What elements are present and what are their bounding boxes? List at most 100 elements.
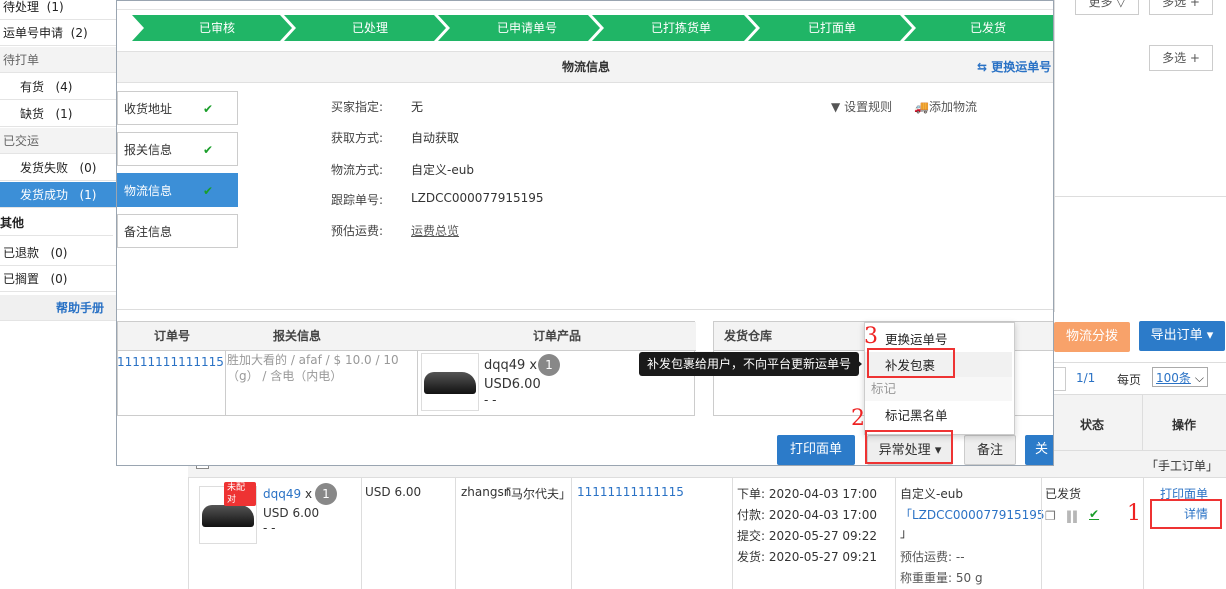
tab-label: 备注信息	[124, 225, 173, 239]
weight: 称重重量: 50 g	[900, 571, 983, 585]
sidebar-item-waybill-apply[interactable]: 运单号申请 (2)	[0, 20, 116, 46]
export-orders-button[interactable]: 导出订单 ▾	[1139, 321, 1225, 351]
col-warehouse: 发货仓库	[724, 329, 773, 343]
product-price: USD6.00	[484, 377, 541, 392]
print-label-button[interactable]: 打印面单	[777, 435, 855, 465]
change-tracking-link[interactable]: ⇆ 更换运单号	[977, 52, 1051, 82]
more-label: 更多	[1088, 0, 1113, 9]
tracking-link[interactable]: 「LZDCC000077915195	[900, 506, 1045, 523]
product-thumbnail: 未配对	[199, 482, 257, 544]
sidebar-item-on-hold[interactable]: 已搁置 (0)	[0, 266, 116, 292]
annotation-number: 3	[864, 324, 878, 349]
sidebar-item-refunded[interactable]: 已退款 (0)	[0, 240, 116, 266]
annotation-number: 1	[1127, 501, 1141, 526]
per-page-value: 100条	[1156, 371, 1191, 385]
field-fetch-method: 自动获取	[411, 131, 460, 145]
logistics-split-label: 物流分拨	[1054, 322, 1130, 352]
sidebar-item-out-of-stock[interactable]: 缺货 (1)	[0, 101, 116, 127]
order-number-link[interactable]: 11111111111115	[117, 355, 224, 369]
multi-select-button[interactable]: 多选 +	[1149, 0, 1213, 15]
sidebar: 待处理 (1) 运单号申请 (2) 待打单 有货 (4) 缺货 (1) 已交运 …	[0, 0, 116, 322]
sidebar-item-label: 缺货	[20, 107, 45, 121]
status-text: 已发货	[1045, 487, 1082, 501]
section-title: 物流信息	[561, 60, 610, 74]
field-logistics-method-link[interactable]: 自定义-eub	[411, 161, 474, 178]
set-rule-button[interactable]: ▼ 设置规则	[831, 98, 892, 115]
help-manual-link[interactable]: 帮助手册	[0, 295, 116, 321]
menu-group-mark: 标记	[865, 377, 1012, 401]
col-order-no: 订单号	[153, 329, 190, 343]
pager-page: 1/1	[1076, 371, 1096, 385]
step-label-printed: 已打面单	[807, 21, 856, 35]
sidebar-item-label: 已交运	[3, 134, 40, 148]
unmatched-tag: 未配对	[224, 482, 256, 506]
more-dropdown[interactable]: 更多 ▽	[1075, 0, 1139, 15]
per-page-select[interactable]: 100条 ⌵	[1152, 367, 1208, 387]
multi-select-label: 多选 +	[1162, 51, 1200, 65]
field-label: 预估运费:	[331, 224, 384, 238]
tab-notes[interactable]: 备注信息	[117, 214, 238, 248]
step-waybill-applied: 已申请单号	[496, 21, 557, 35]
sidebar-item-in-stock[interactable]: 有货 (4)	[0, 74, 116, 100]
product-link[interactable]: dqq49 x	[263, 487, 312, 501]
sidebar-item-label: 发货失败	[20, 161, 69, 175]
sidebar-item-ship-failed[interactable]: 发货失败 (0)	[0, 155, 116, 181]
sidebar-item-pending[interactable]: 待处理 (1)	[0, 0, 116, 20]
sidebar-item-ship-success[interactable]: 发货成功 (1)	[0, 182, 116, 208]
buyer-country: 「马尔代夫」	[498, 487, 571, 501]
sidebar-group-other[interactable]: 其他	[0, 210, 113, 236]
multi-select-button[interactable]: 多选 +	[1149, 45, 1213, 71]
menu-item-blacklist[interactable]: 标记黑名单	[865, 402, 1012, 430]
tab-logistics-info[interactable]: 物流信息 ✔	[117, 173, 238, 207]
product-dash: - -	[484, 393, 497, 407]
sidebar-item-label: 待打单	[3, 53, 40, 67]
field-tracking-number: LZDCC000077915195	[411, 191, 544, 205]
field-label: 获取方式:	[331, 131, 384, 145]
sidebar-item-label: 已退款	[3, 246, 40, 260]
right-panel: 更多 ▽ 多选 + 多选 +	[1054, 0, 1226, 312]
set-rule-label: 设置规则	[844, 100, 893, 114]
truck-icon: 🚚	[914, 100, 929, 114]
check-icon: ✔	[202, 102, 213, 116]
help-manual-label: 帮助手册	[55, 301, 104, 315]
barcode-icon[interactable]: ‖‖	[1066, 509, 1078, 523]
sidebar-group-shipped[interactable]: 已交运	[0, 128, 116, 154]
manual-order-tag: 「手工订单」	[1146, 459, 1219, 473]
tab-label: 报关信息	[124, 143, 173, 157]
sidebar-item-count: (1)	[46, 0, 64, 14]
pager-prev[interactable]	[1054, 367, 1066, 391]
sidebar-item-count: (0)	[50, 246, 68, 260]
logistics-split-button[interactable]: 物流分拨	[1054, 322, 1146, 352]
tab-customs-info[interactable]: 报关信息 ✔	[117, 132, 238, 166]
col-product: 订单产品	[532, 329, 581, 343]
order-number-link[interactable]: 11111111111115	[577, 485, 684, 499]
close-button[interactable]: 关	[1025, 435, 1053, 465]
add-logistics-button[interactable]: 🚚添加物流	[914, 98, 977, 115]
sidebar-item-label: 待处理	[3, 0, 40, 14]
tab-shipping-address[interactable]: 收货地址 ✔	[117, 91, 238, 125]
chevron-down-icon: ▽	[1116, 0, 1126, 9]
note-button[interactable]: 备注	[964, 435, 1016, 465]
order-time-shipped: 发货: 2020-05-27 09:21	[737, 550, 877, 564]
reship-tooltip: 补发包裹给用户，不向平台更新运单号	[639, 352, 860, 376]
product-dash: - -	[263, 521, 276, 535]
sidebar-group-to-print[interactable]: 待打单	[0, 47, 116, 73]
tab-label: 收货地址	[124, 102, 173, 116]
field-label: 物流方式:	[331, 163, 384, 177]
annotation-box-reship	[867, 348, 955, 378]
pager: 1/1 每页 100条 ⌵	[1054, 362, 1226, 393]
sidebar-item-count: (4)	[55, 80, 73, 94]
copy-icon[interactable]: ❐	[1045, 509, 1056, 523]
tracking-bracket: 」	[900, 526, 913, 540]
sidebar-item-count: (1)	[55, 107, 73, 121]
product-name: dqq49 x	[484, 358, 538, 373]
field-label: 跟踪单号:	[331, 193, 384, 207]
check-icon: ✔	[1089, 507, 1100, 521]
bg-order-row: 未配对 dqq49 x 1 USD 6.00 - - USD 6.00 zhan…	[188, 478, 1226, 589]
col-customs: 报关信息	[272, 329, 321, 343]
freight-overview-link[interactable]: 运费总览	[411, 222, 459, 239]
bg-table-header: 状态 操作	[1041, 394, 1226, 451]
step-processed: 已处理	[351, 21, 388, 35]
annotation-box-detail	[1150, 499, 1222, 529]
product-price: USD 6.00	[263, 506, 320, 520]
